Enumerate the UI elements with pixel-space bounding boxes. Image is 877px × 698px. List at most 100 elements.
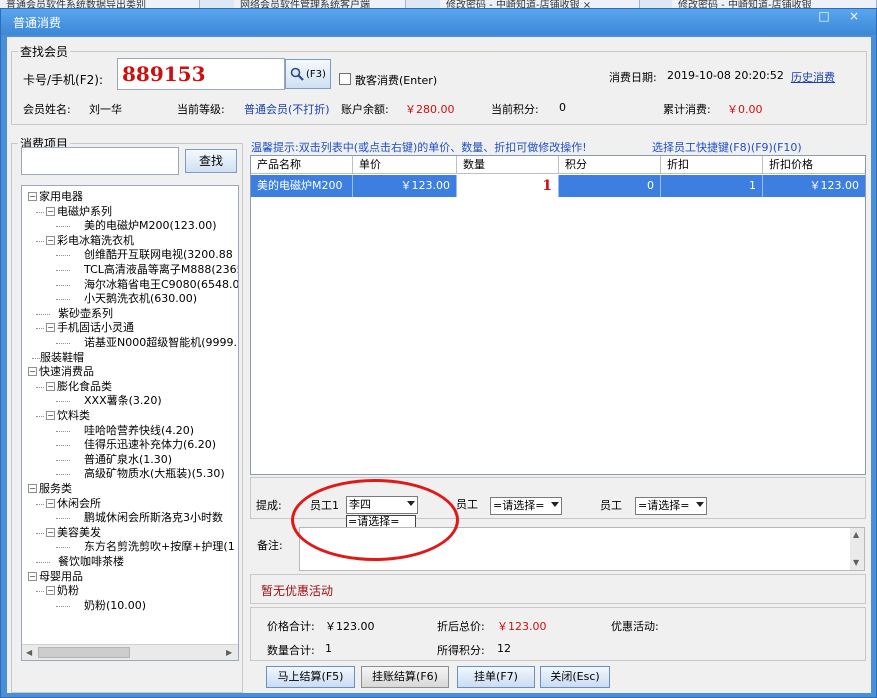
- tree-item[interactable]: 小天鹅洗衣机(630.00): [84, 292, 197, 306]
- tree-item[interactable]: − 休闲会所: [46, 497, 101, 511]
- table-row[interactable]: 美的电磁炉M200 ￥123.00 1 0 1 ￥123.00: [251, 175, 865, 197]
- col-price[interactable]: 单价: [353, 156, 457, 174]
- scroll-up-icon[interactable]: ▲: [853, 530, 859, 539]
- card-input[interactable]: 889153: [117, 58, 285, 90]
- hold-order-button[interactable]: 挂单(F7): [457, 666, 535, 688]
- tree-item[interactable]: − 饮料类: [46, 409, 90, 423]
- tree-item[interactable]: 奶粉(10.00): [84, 599, 146, 613]
- tree-item[interactable]: XXX薯条(3.20): [84, 394, 162, 408]
- tree-item-label: 奶粉: [57, 584, 79, 598]
- tree-connector: [56, 343, 70, 344]
- tree-item-label: 饮料类: [57, 409, 90, 422]
- product-grid[interactable]: 产品名称 单价 数量 积分 折扣 折扣价格 美的电磁炉M200 ￥123.00 …: [250, 155, 866, 475]
- collapse-icon[interactable]: −: [28, 484, 37, 493]
- remark-scrollbar[interactable]: ▲ ▼: [850, 528, 864, 570]
- tree-item[interactable]: − 美容美发: [46, 526, 101, 540]
- col-discount[interactable]: 折扣: [661, 156, 763, 174]
- tree-item[interactable]: TCL高清液晶等离子M888(2365: [84, 263, 238, 277]
- collapse-icon[interactable]: −: [28, 192, 37, 201]
- close-button[interactable]: ×: [843, 9, 865, 25]
- staff3-select[interactable]: =请选择=: [635, 497, 707, 515]
- collapse-icon[interactable]: −: [46, 586, 55, 596]
- tree-connector: [56, 270, 70, 271]
- cell-qty[interactable]: 1: [457, 175, 559, 197]
- tree-item-label: 诺基亚N000超级智能机(9999.: [84, 336, 238, 349]
- tree-connector: [56, 547, 70, 549]
- name-label: 会员姓名:: [23, 103, 71, 116]
- scroll-down-icon[interactable]: ▼: [853, 558, 859, 567]
- close-dialog-button[interactable]: 关闭(Esc): [540, 666, 610, 688]
- tree-item[interactable]: 鹏城休闲会所斯洛克3小时数: [84, 511, 223, 525]
- tree-item[interactable]: 普通矿泉水(1.30): [84, 453, 172, 467]
- tree-connector: [36, 211, 44, 213]
- scroll-left-icon[interactable]: ◀: [26, 648, 32, 657]
- tree-item[interactable]: 紫砂壶系列: [58, 307, 113, 321]
- col-points[interactable]: 积分: [559, 156, 661, 174]
- taskbar-tab[interactable]: 普通会员软件系统数据导出类别: [0, 0, 200, 8]
- tree-item[interactable]: − 膨化食品类: [46, 380, 112, 394]
- tree-hscrollbar[interactable]: ◀ ▶: [22, 644, 238, 660]
- item-search-input[interactable]: [21, 147, 179, 175]
- settle-button[interactable]: 马上结算(F5): [266, 666, 355, 688]
- tree-item-label: 紫砂壶系列: [58, 306, 113, 320]
- date-value: 2019-10-08 20:20:52: [667, 69, 784, 82]
- collapse-icon[interactable]: −: [46, 527, 55, 537]
- col-disc-price[interactable]: 折扣价格: [763, 156, 865, 174]
- scroll-thumb[interactable]: [38, 647, 130, 658]
- maximize-button[interactable]: □: [813, 9, 835, 25]
- level-label: 当前等级:: [177, 103, 225, 116]
- collapse-icon[interactable]: −: [46, 498, 55, 508]
- cell-price[interactable]: ￥123.00: [353, 175, 457, 197]
- tree-item[interactable]: 餐饮咖啡茶楼: [58, 555, 124, 569]
- tree-item[interactable]: 美的电磁炉M200(123.00): [84, 219, 217, 233]
- item-tree[interactable]: ◀ ▶ − 家用电器 − 电磁炉系列 美的电磁炉M200(123.00) − 彩电冰箱洗衣机…: [21, 185, 239, 661]
- tree-item-label: 鹏城休闲会所斯洛克3小时数: [84, 511, 223, 525]
- tree-item[interactable]: − 彩电冰箱洗衣机: [46, 234, 134, 248]
- tree-item[interactable]: 服装鞋帽: [40, 351, 84, 365]
- item-search-button[interactable]: 查找: [185, 149, 237, 173]
- tree-item[interactable]: 创维酷开互联网电视(3200.88: [84, 248, 233, 262]
- tree-item-label: 东方名剪洗剪吹+按摩+护理(1: [84, 540, 235, 554]
- tree-connector: [36, 416, 44, 417]
- taskbar-tab[interactable]: 网络会员软件管理系统客户端: [234, 0, 406, 8]
- scroll-right-icon[interactable]: ▶: [226, 648, 232, 657]
- tree-item[interactable]: 东方名剪洗剪吹+按摩+护理(1: [84, 540, 235, 554]
- tree-item[interactable]: − 手机固话小灵通: [46, 321, 134, 335]
- col-qty[interactable]: 数量: [457, 156, 559, 174]
- guest-checkbox[interactable]: [339, 73, 351, 85]
- find-member-button[interactable]: (F3): [285, 59, 331, 89]
- staff2-select[interactable]: =请选择=: [490, 497, 562, 515]
- taskbar-tab[interactable]: 修改密码 - 中崎知道-店铺收银: [672, 0, 877, 8]
- tree-connector: [56, 474, 70, 476]
- credit-settle-button[interactable]: 挂账结算(F6): [361, 666, 449, 688]
- collapse-icon[interactable]: −: [46, 235, 55, 245]
- tree-item[interactable]: 哇哈哈营养快线(4.20): [84, 424, 194, 438]
- remark-input[interactable]: ▲ ▼: [299, 527, 865, 571]
- tree-item[interactable]: 佳得乐迅速补充体力(6.20): [84, 438, 216, 452]
- taskbar-tab[interactable]: 修改密码 - 中崎知道-店铺收银 ×: [440, 0, 640, 8]
- tree-item[interactable]: − 母婴用品: [28, 570, 83, 584]
- collapse-icon[interactable]: −: [28, 571, 37, 581]
- collapse-icon[interactable]: −: [46, 323, 55, 333]
- tree-connector: [56, 459, 70, 461]
- tree-item[interactable]: 高级矿物质水(大瓶装)(5.30): [84, 467, 225, 481]
- tree-connector: [56, 284, 70, 286]
- collapse-icon[interactable]: −: [46, 206, 55, 216]
- history-link[interactable]: 历史消费: [791, 69, 835, 85]
- tree-item[interactable]: − 快速消费品: [28, 365, 94, 379]
- cell-discount[interactable]: 1: [661, 175, 763, 197]
- balance-label: 账户余额:: [341, 103, 389, 116]
- tree-item[interactable]: − 电磁炉系列: [46, 205, 112, 219]
- collapse-icon[interactable]: −: [46, 381, 55, 391]
- tree-item[interactable]: − 家用电器: [28, 190, 83, 204]
- tree-connector: [56, 605, 70, 607]
- tree-item[interactable]: 海尔冰箱省电王C9080(6548.0: [84, 278, 238, 292]
- staff1-select[interactable]: 李四: [346, 496, 418, 514]
- tree-item[interactable]: 诺基亚N000超级智能机(9999.: [84, 336, 237, 350]
- collapse-icon[interactable]: −: [28, 367, 37, 377]
- collapse-icon[interactable]: −: [46, 411, 55, 420]
- tree-connector: [36, 240, 44, 242]
- tree-item[interactable]: − 服务类: [28, 482, 72, 496]
- tree-item[interactable]: − 奶粉: [46, 584, 79, 598]
- col-product[interactable]: 产品名称: [251, 156, 353, 174]
